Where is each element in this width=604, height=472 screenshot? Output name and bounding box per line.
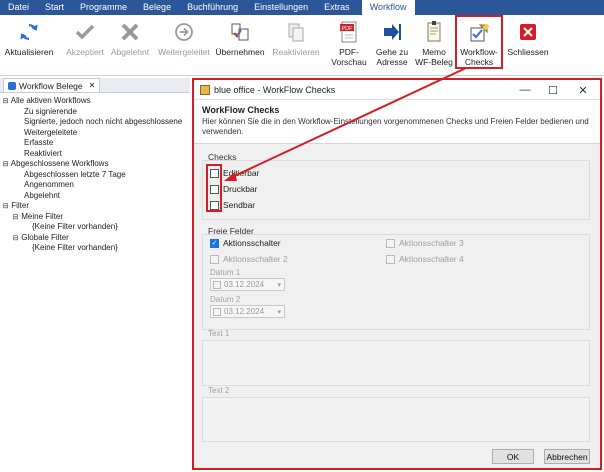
- apply-icon: [228, 20, 252, 44]
- menu-tab-workflow[interactable]: Workflow: [361, 0, 415, 15]
- pdf-preview-button[interactable]: PDF PDF- Vorschau: [330, 15, 368, 76]
- forwarded-button[interactable]: Weitergeleitet: [155, 15, 213, 76]
- tree-node-accepted[interactable]: Angenommen: [0, 180, 190, 191]
- menu-tab-buchfuehrung[interactable]: Buchführung: [179, 0, 246, 15]
- tab-workflow-belege[interactable]: Workflow Belege ✕: [3, 78, 101, 92]
- checkmark-icon: [73, 20, 97, 44]
- text-1-label: Text 1: [208, 329, 230, 338]
- menu-tab-datei[interactable]: Datei: [0, 0, 37, 15]
- checkbox[interactable]: [386, 238, 395, 248]
- checks-group: [202, 160, 590, 220]
- menu-tab-belege[interactable]: Belege: [135, 0, 179, 15]
- workflow-belege-panel: Workflow Belege ✕ ⊟ Alle aktiven Workflo…: [0, 78, 190, 472]
- action-switch-2[interactable]: Aktionsschalter 2: [210, 254, 288, 264]
- maximize-icon[interactable]: ☐: [540, 80, 566, 100]
- goto-arrow-icon: [380, 20, 404, 44]
- text-2-field[interactable]: [202, 397, 590, 442]
- tab-close-icon[interactable]: ✕: [89, 81, 96, 90]
- tree-node-active-workflows[interactable]: ⊟ Alle aktiven Workflows: [0, 96, 190, 107]
- dialog-title: blue office - WorkFlow Checks: [214, 84, 336, 95]
- workflow-checks-dialog: blue office - WorkFlow Checks — ☐ ✕ Work…: [192, 78, 602, 470]
- apply-button[interactable]: Übernehmen: [214, 15, 266, 76]
- menu-bar: Datei Start Programme Belege Buchführung…: [0, 0, 604, 15]
- rejected-button[interactable]: Abgelehnt: [108, 15, 152, 76]
- tree-node-to-sign[interactable]: Zu signierende: [0, 107, 190, 118]
- dialog-description: Hier können Sie die in den Workflow-Eins…: [202, 117, 589, 136]
- tree-node-reactivated[interactable]: Reaktiviert: [0, 149, 190, 160]
- tree-node-my-filters[interactable]: ⊟ Meine Filter: [0, 212, 190, 223]
- workflow-tree: ⊟ Alle aktiven Workflows Zu signierende …: [0, 93, 190, 254]
- close-button[interactable]: Schliessen: [506, 15, 550, 76]
- tree-node-forwarded[interactable]: Weitergeleitete: [0, 128, 190, 139]
- tree-node-completed-7-days[interactable]: Abgeschlossen letzte 7 Tage: [0, 170, 190, 181]
- tree-node-rejected[interactable]: Abgelehnt: [0, 191, 190, 202]
- calendar-dropdown-icon[interactable]: ▾: [277, 281, 281, 289]
- action-switch-3[interactable]: Aktionsschalter 3: [386, 238, 464, 248]
- dialog-heading: WorkFlow Checks: [202, 105, 280, 115]
- minimize-icon[interactable]: —: [512, 80, 538, 100]
- workflow-checks-icon: [467, 22, 491, 44]
- accepted-button[interactable]: Akzeptiert: [64, 15, 106, 76]
- checkbox[interactable]: [213, 280, 221, 289]
- date-2-picker[interactable]: 03.12.2024 ▾: [210, 305, 285, 318]
- text-1-field[interactable]: [202, 340, 590, 386]
- workflow-icon: [8, 81, 16, 90]
- memo-icon: [422, 20, 446, 44]
- app-icon: [200, 84, 210, 95]
- reactivate-button[interactable]: Reaktivieren: [270, 15, 322, 76]
- refresh-button[interactable]: Aktualisieren: [4, 15, 54, 76]
- workflow-checks-button[interactable]: Workflow- Checks: [455, 15, 503, 69]
- pdf-badge-text: PDF: [342, 26, 354, 32]
- memo-button[interactable]: Memo WF-Beleg: [413, 15, 455, 76]
- date-1-picker[interactable]: 03.12.2024 ▾: [210, 278, 285, 291]
- tree-node-filter[interactable]: ⊟ Filter: [0, 201, 190, 212]
- panel-tab-strip: Workflow Belege ✕: [0, 78, 190, 93]
- goto-address-button[interactable]: Gehe zu Adresse: [374, 15, 410, 76]
- reactivate-icon: [284, 20, 308, 44]
- menu-tab-extras[interactable]: Extras: [316, 0, 358, 15]
- action-switch-4[interactable]: Aktionsschalter 4: [386, 254, 464, 264]
- checkbox[interactable]: [386, 254, 395, 264]
- tree-node-recorded[interactable]: Erfasste: [0, 138, 190, 149]
- forward-arrow-icon: [172, 20, 196, 44]
- close-window-icon[interactable]: ✕: [570, 80, 596, 100]
- dialog-title-bar[interactable]: blue office - WorkFlow Checks — ☐ ✕: [194, 80, 600, 100]
- menu-tab-start[interactable]: Start: [37, 0, 72, 15]
- ribbon: Aktualisieren Akzeptiert Abgelehnt Weite…: [0, 15, 604, 76]
- tree-node-no-filters: {Keine Filter vorhanden}: [32, 222, 118, 231]
- checks-highlight-box: [206, 164, 222, 212]
- checkbox[interactable]: [210, 254, 219, 264]
- checkbox[interactable]: [213, 307, 221, 316]
- date-2-label: Datum 2: [210, 295, 241, 304]
- refresh-icon: [17, 20, 41, 44]
- checkmark-icon[interactable]: ✓: [210, 238, 219, 248]
- tree-node-global-filters[interactable]: ⊟ Globale Filter: [0, 233, 190, 244]
- text-2-label: Text 2: [208, 386, 230, 395]
- tree-node-completed-workflows[interactable]: ⊟ Abgeschlossene Workflows: [0, 159, 190, 170]
- date-1-label: Datum 1: [210, 268, 241, 277]
- cancel-button[interactable]: Abbrechen: [544, 449, 590, 464]
- action-switch-1[interactable]: ✓ Aktionsschalter: [210, 238, 281, 248]
- cross-icon: [118, 20, 142, 44]
- ok-button[interactable]: OK: [492, 449, 534, 464]
- tree-node-signed[interactable]: Signierte, jedoch noch nicht abgeschloss…: [0, 117, 190, 128]
- close-x-icon: [516, 20, 540, 44]
- menu-tab-einstellungen[interactable]: Einstellungen: [246, 0, 316, 15]
- pdf-icon: PDF: [337, 20, 361, 44]
- tree-node-no-filters: {Keine Filter vorhanden}: [32, 243, 118, 252]
- dialog-header: WorkFlow Checks Hier können Sie die in d…: [194, 100, 600, 144]
- menu-tab-programme[interactable]: Programme: [72, 0, 135, 15]
- calendar-dropdown-icon[interactable]: ▾: [277, 308, 281, 316]
